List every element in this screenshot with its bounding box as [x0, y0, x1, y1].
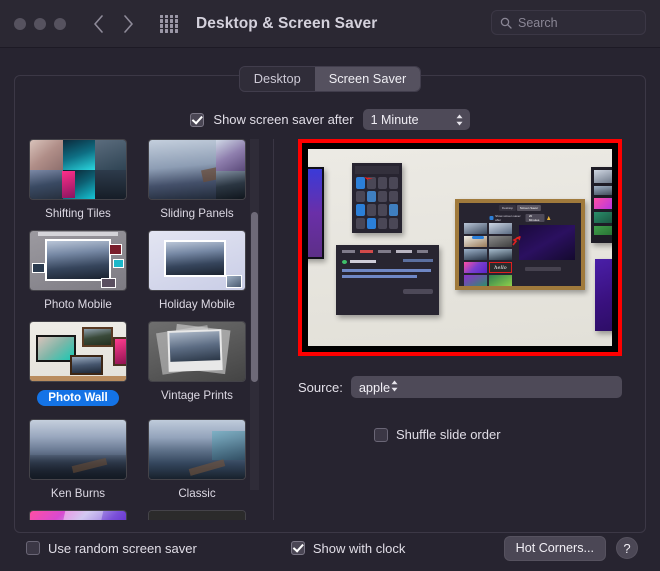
screen-saver-thumbnail[interactable] [29, 139, 127, 200]
bottom-bar: Use random screen saver Show with clock … [14, 531, 646, 565]
list-item[interactable]: Photo Mobile [29, 230, 127, 313]
tab-desktop[interactable]: Desktop [239, 67, 315, 91]
screen-saver-delay-dropdown[interactable]: 1 Minute [362, 109, 470, 130]
preview-frame-right-top [591, 167, 612, 243]
up-down-stepper-icon [455, 113, 464, 127]
list-item[interactable]: Monterey [29, 510, 127, 520]
screen-saver-thumbnail[interactable] [29, 510, 127, 520]
use-random-screen-saver-label: Use random screen saver [48, 540, 197, 556]
tab-screen-saver[interactable]: Screen Saver [314, 67, 421, 91]
search-input[interactable] [518, 15, 637, 30]
grid-view-icon[interactable] [160, 14, 178, 33]
search-icon [500, 17, 512, 29]
preview-frame-top-left [352, 163, 402, 233]
photo-wall-scene: Desktop Screen Saver Show screen saver a… [308, 149, 612, 346]
bottom-actions: Hot Corners... ? [503, 535, 638, 561]
close-button[interactable] [14, 17, 26, 30]
source-dropdown[interactable]: apple [350, 376, 622, 398]
screen-saver-thumbnail[interactable]: hello [148, 510, 246, 520]
scrollbar-thumb[interactable] [251, 212, 258, 382]
show-screen-saver-label: Show screen saver after [213, 112, 354, 127]
page-title: Desktop & Screen Saver [196, 14, 378, 32]
screen-saver-preview[interactable]: Desktop Screen Saver Show screen saver a… [298, 139, 622, 356]
screen-saver-thumbnail[interactable] [148, 419, 246, 480]
traffic-lights [14, 17, 66, 30]
use-random-screen-saver-checkbox[interactable] [26, 541, 40, 555]
use-random-row: Use random screen saver [26, 541, 197, 556]
screen-saver-grid: Shifting Tiles Sliding Panels Photo Mobi… [27, 139, 259, 520]
list-item-label: Sliding Panels [160, 207, 234, 220]
list-item[interactable]: Photo Wall [29, 321, 127, 411]
shuffle-slide-order-checkbox[interactable] [374, 427, 388, 442]
minimize-button[interactable] [34, 17, 46, 30]
zoom-button[interactable] [54, 17, 66, 30]
list-item-label: Shifting Tiles [45, 207, 111, 220]
screen-saver-thumbnail[interactable] [148, 139, 246, 200]
screen-saver-thumbnail[interactable] [29, 230, 127, 291]
screen-saver-thumbnail[interactable] [148, 321, 246, 382]
help-button[interactable]: ? [616, 537, 638, 559]
list-item-label: Classic [178, 487, 216, 500]
screen-saver-list[interactable]: Shifting Tiles Sliding Panels Photo Mobi… [27, 139, 259, 520]
list-item-label: Holiday Mobile [158, 298, 236, 311]
tab-bar: Desktop Screen Saver [0, 66, 660, 92]
list-item[interactable]: Sliding Panels [148, 139, 246, 222]
list-item[interactable]: Vintage Prints [148, 321, 246, 411]
tab-group: Desktop Screen Saver [238, 66, 422, 92]
screen-saver-thumbnail[interactable] [148, 230, 246, 291]
preview-frame-left [308, 167, 324, 259]
chevron-left-icon[interactable] [88, 13, 108, 35]
search-field[interactable] [491, 10, 646, 35]
show-with-clock-label: Show with clock [312, 540, 406, 556]
list-item[interactable]: Shifting Tiles [29, 139, 127, 222]
list-item[interactable]: Holiday Mobile [148, 230, 246, 313]
show-with-clock-checkbox[interactable] [290, 541, 305, 555]
window-content: Show screen saver after 1 Minute Shiftin… [0, 48, 660, 571]
screen-saver-delay-value: 1 Minute [370, 112, 419, 127]
preview-frame-bottom-left [336, 245, 439, 315]
list-item-label-selected: Photo Wall [37, 390, 119, 406]
list-item-label: Photo Mobile [44, 298, 112, 311]
shuffle-slide-order-label: Shuffle slide order [396, 427, 501, 442]
list-item-label: Ken Burns [50, 487, 106, 500]
screen-saver-thumbnail[interactable] [29, 321, 127, 382]
preview-frame-right-bottom [595, 259, 612, 331]
list-item[interactable]: hello Hello [148, 510, 246, 520]
preferences-panel: Show screen saver after 1 Minute Shiftin… [14, 75, 646, 533]
up-down-stepper-icon [390, 379, 399, 396]
shuffle-row: Shuffle slide order [374, 427, 501, 442]
show-with-clock-row: Show with clock [290, 540, 406, 556]
show-screen-saver-row: Show screen saver after 1 Minute [15, 109, 645, 130]
preview-column: Desktop Screen Saver Show screen saver a… [273, 139, 633, 520]
navigation-buttons [88, 13, 138, 35]
list-scrollbar[interactable] [250, 139, 259, 490]
list-item-label: Vintage Prints [161, 389, 233, 402]
source-value: apple [358, 379, 391, 395]
source-label: Source: [298, 379, 343, 395]
list-item[interactable]: Classic [148, 419, 246, 502]
window-titlebar: Desktop & Screen Saver [0, 0, 660, 48]
hot-corners-button[interactable]: Hot Corners... [503, 535, 606, 561]
chevron-right-icon[interactable] [118, 13, 138, 35]
list-item[interactable]: Ken Burns [29, 419, 127, 502]
screen-saver-thumbnail[interactable] [29, 419, 127, 480]
source-row: Source: apple [298, 376, 622, 398]
show-screen-saver-checkbox[interactable] [190, 112, 205, 127]
preview-frame-center: Desktop Screen Saver Show screen saver a… [455, 199, 585, 290]
